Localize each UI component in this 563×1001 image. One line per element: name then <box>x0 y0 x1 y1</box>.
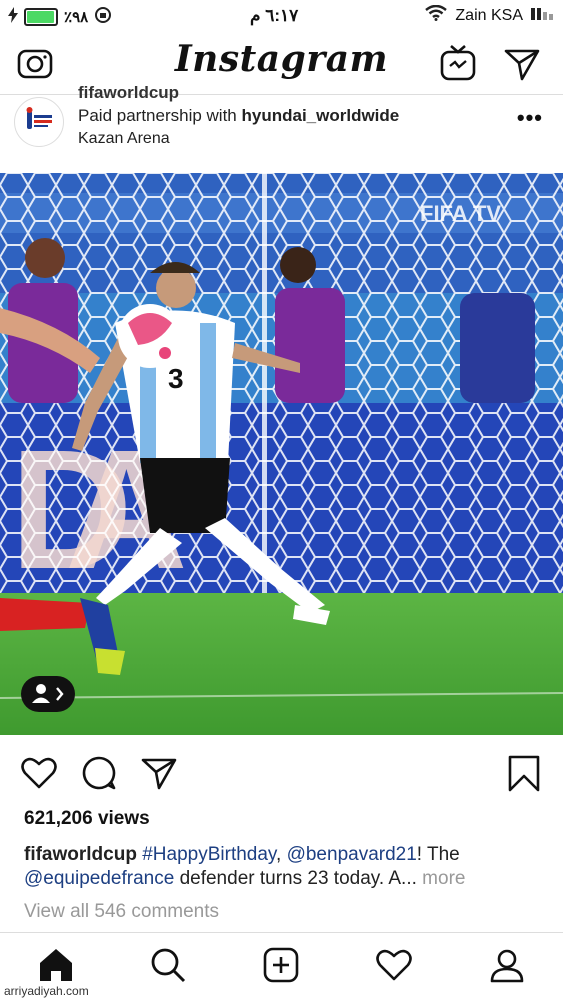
paid-partnership-label: Paid partnership with hyundai_worldwide <box>78 106 399 126</box>
screen-lock-icon <box>94 6 112 28</box>
player-number: 3 <box>168 363 184 394</box>
direct-message-icon[interactable] <box>503 44 541 82</box>
caption-username[interactable]: fifaworldcup <box>24 844 137 865</box>
caption-hashtag[interactable]: #HappyBirthday <box>142 844 276 865</box>
caption-more-link[interactable]: more <box>422 868 465 889</box>
caption-mention-benpavard[interactable]: @benpavard21 <box>287 844 417 865</box>
share-icon[interactable] <box>140 754 178 792</box>
status-right: Zain KSA <box>425 4 553 26</box>
igtv-icon[interactable] <box>439 44 477 82</box>
account-avatar[interactable] <box>14 97 64 147</box>
home-icon[interactable] <box>36 945 76 985</box>
caption-mention-equipedefrance[interactable]: @equipedefrance <box>24 868 174 889</box>
status-time: ٦:١٧ م <box>250 6 299 25</box>
view-all-comments-link[interactable]: View all 546 comments <box>24 901 219 923</box>
like-heart-icon[interactable] <box>20 754 58 792</box>
wifi-icon <box>425 4 448 26</box>
caption-text-1: ! The <box>416 844 460 865</box>
status-bar: ٪٩٨ ٦:١٧ م Zain KSA <box>0 0 563 32</box>
activity-heart-icon[interactable] <box>374 945 414 985</box>
comment-icon[interactable] <box>80 754 118 792</box>
post-header: fifaworldcup Paid partnership with hyund… <box>0 83 563 173</box>
bookmark-icon[interactable] <box>505 754 543 792</box>
site-watermark: arriyadiyah.com <box>4 984 89 998</box>
profile-icon[interactable] <box>487 945 527 985</box>
battery-icon <box>24 8 58 26</box>
post-location[interactable]: Kazan Arena <box>78 130 170 148</box>
caption-text-2: defender turns 23 today. A... <box>179 868 417 889</box>
post-actions <box>0 748 563 798</box>
partner-link[interactable]: hyundai_worldwide <box>242 106 400 125</box>
tagged-people-button[interactable] <box>21 676 75 712</box>
caption-separator: , <box>276 844 282 865</box>
instagram-logo: Instagram <box>174 38 389 80</box>
status-left: ٪٩٨ <box>8 6 112 28</box>
signal-bars-icon <box>531 6 553 25</box>
add-post-icon[interactable] <box>261 945 301 985</box>
more-options-icon[interactable]: ••• <box>517 105 543 131</box>
post-caption: fifaworldcup #HappyBirthday, @benpavard2… <box>24 843 544 891</box>
charging-bolt-icon <box>8 7 18 27</box>
fifa-tv-watermark: FIFA TV <box>420 201 501 226</box>
battery-percent: ٪٩٨ <box>64 9 89 26</box>
post-username-partial[interactable]: fifaworldcup <box>78 83 179 103</box>
view-count[interactable]: 621,206 views <box>24 808 150 830</box>
partnership-prefix: Paid partnership with <box>78 106 237 125</box>
carrier-name: Zain KSA <box>455 6 523 24</box>
post-video[interactable]: D A FIFA TV 3 <box>0 173 563 735</box>
search-icon[interactable] <box>148 945 188 985</box>
